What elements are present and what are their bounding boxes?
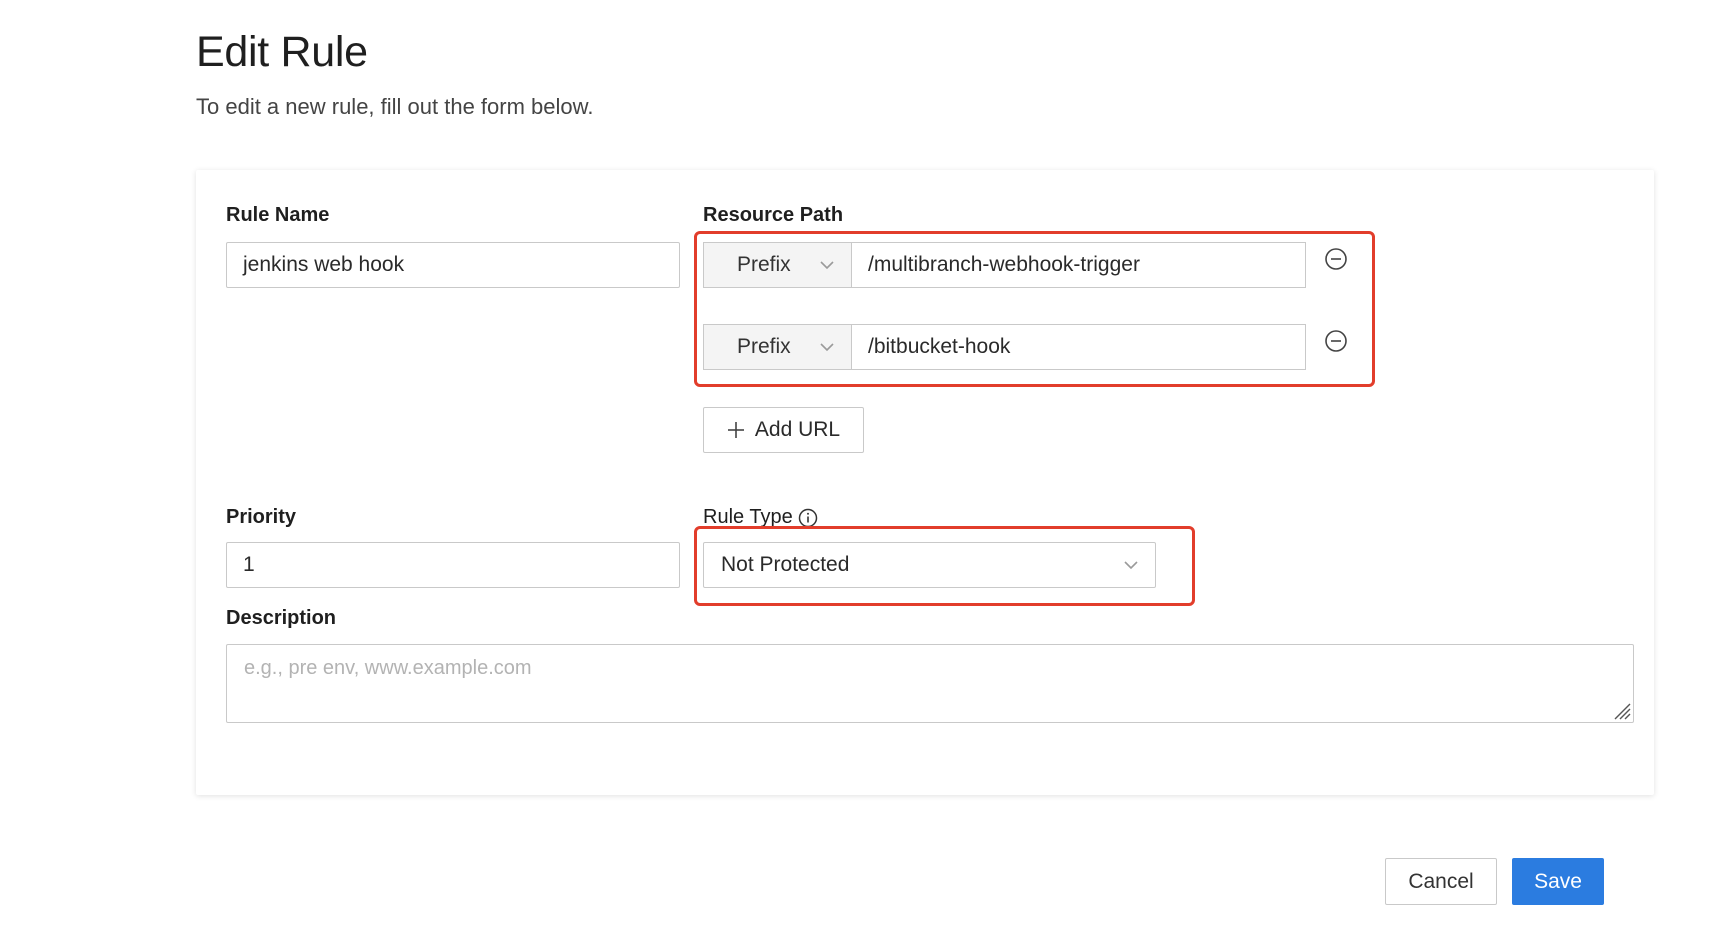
priority-input[interactable]: 1	[226, 542, 680, 588]
add-url-button[interactable]: Add URL	[703, 407, 864, 453]
page-title: Edit Rule	[196, 28, 368, 76]
edit-rule-page: Edit Rule To edit a new rule, fill out t…	[0, 0, 1713, 946]
description-placeholder: e.g., pre env, www.example.com	[244, 657, 532, 679]
plus-icon	[727, 422, 744, 438]
rule-type-highlight	[694, 526, 1195, 606]
resize-grip-icon[interactable]	[1611, 700, 1631, 720]
save-button[interactable]: Save	[1512, 858, 1604, 905]
resource-path-label: Resource Path	[703, 204, 844, 226]
description-textarea[interactable]: e.g., pre env, www.example.com	[226, 644, 1634, 723]
add-url-label: Add URL	[754, 418, 841, 441]
rule-name-input[interactable]: jenkins web hook	[226, 242, 680, 288]
rule-name-label: Rule Name	[226, 204, 330, 226]
priority-label: Priority	[226, 506, 297, 528]
info-icon[interactable]	[798, 508, 818, 528]
cancel-button[interactable]: Cancel	[1385, 858, 1497, 905]
description-label: Description	[226, 607, 337, 629]
resource-path-highlight	[694, 231, 1375, 387]
page-subtitle: To edit a new rule, fill out the form be…	[196, 94, 594, 119]
